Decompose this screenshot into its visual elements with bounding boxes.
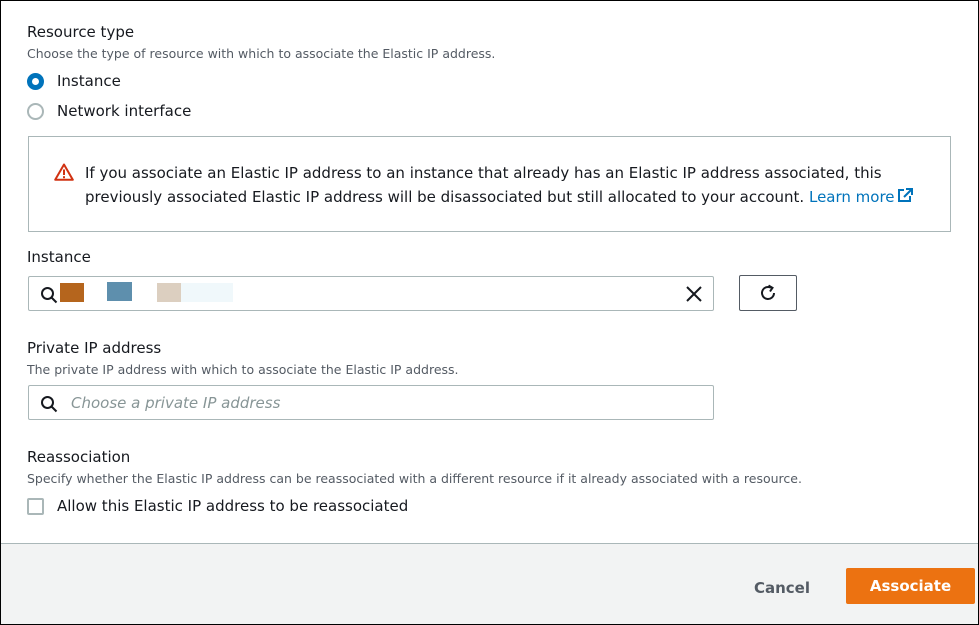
private-ip-input[interactable]: Choose a private IP address xyxy=(28,385,714,420)
reassociation-title: Reassociation xyxy=(27,448,131,466)
radio-option-instance[interactable]: Instance xyxy=(27,72,121,90)
redacted-block xyxy=(157,283,181,302)
private-ip-title: Private IP address xyxy=(27,339,162,357)
alert-message: If you associate an Elastic IP address t… xyxy=(85,161,935,209)
refresh-icon xyxy=(761,284,775,300)
learn-more-link[interactable]: Learn more xyxy=(809,188,914,206)
radio-button-checked[interactable] xyxy=(27,72,44,90)
private-ip-placeholder: Choose a private IP address xyxy=(71,394,281,412)
resource-type-title: Resource type xyxy=(27,23,135,41)
cancel-button[interactable]: Cancel xyxy=(741,573,823,603)
radio-option-network-interface[interactable]: Network interface xyxy=(27,102,191,120)
reassociation-checkbox-label: Allow this Elastic IP address to be reas… xyxy=(57,497,409,515)
form-footer: Cancel Associate xyxy=(1,543,978,624)
radio-label-network-interface: Network interface xyxy=(57,102,192,120)
reassociation-checkbox-row[interactable]: Allow this Elastic IP address to be reas… xyxy=(27,497,408,515)
warning-alert: If you associate an Elastic IP address t… xyxy=(28,136,951,232)
search-icon xyxy=(41,396,58,413)
reassociation-checkbox[interactable] xyxy=(27,497,44,515)
refresh-button[interactable] xyxy=(739,275,797,311)
resource-type-description: Choose the type of resource with which t… xyxy=(27,46,496,61)
learn-more-label: Learn more xyxy=(808,188,895,206)
alert-text: If you associate an Elastic IP address t… xyxy=(85,164,882,206)
redacted-block xyxy=(60,283,84,302)
reassociation-description: Specify whether the Elastic IP address c… xyxy=(27,471,802,486)
associate-button[interactable]: Associate xyxy=(846,568,975,604)
search-icon xyxy=(41,287,58,304)
instance-select-input[interactable] xyxy=(28,276,714,311)
close-icon[interactable] xyxy=(685,285,703,303)
radio-button-unchecked[interactable] xyxy=(27,102,44,120)
external-link-icon xyxy=(897,188,913,202)
associate-elastic-ip-form: Resource type Choose the type of resourc… xyxy=(0,0,979,625)
redacted-block xyxy=(181,283,233,302)
redacted-block xyxy=(107,282,132,301)
instance-title: Instance xyxy=(27,248,91,266)
radio-label-instance: Instance xyxy=(57,72,121,90)
warning-triangle-icon xyxy=(54,163,74,181)
private-ip-description: The private IP address with which to ass… xyxy=(27,362,459,377)
